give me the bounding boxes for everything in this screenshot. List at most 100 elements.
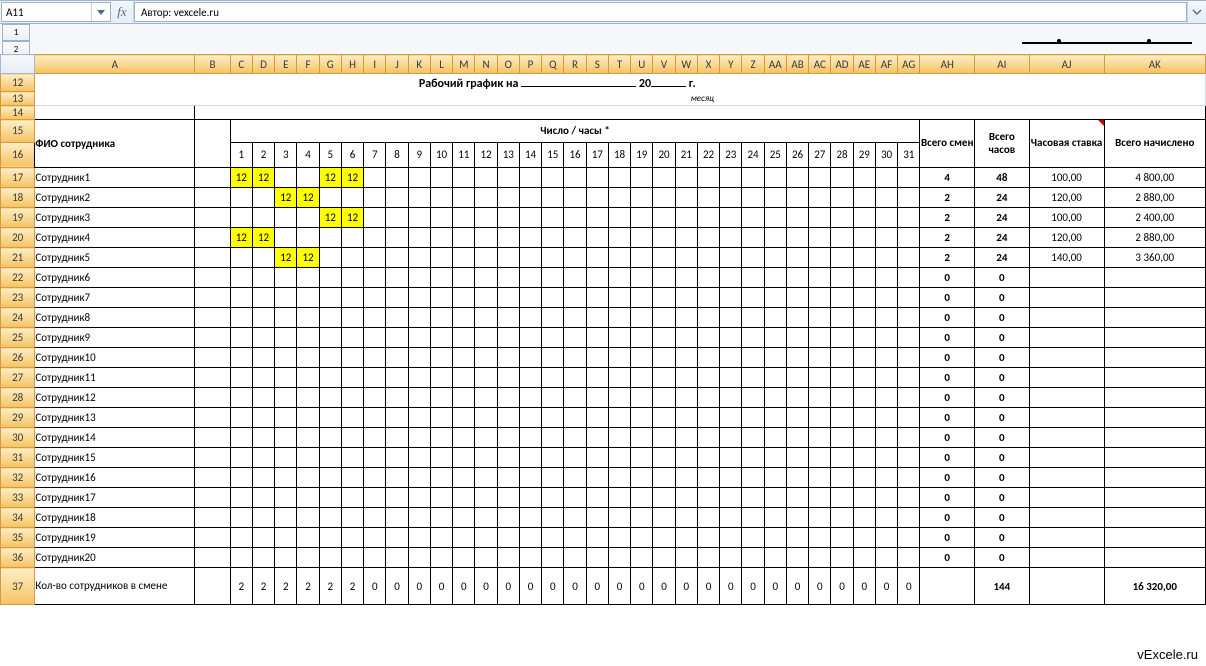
employee-name-cell[interactable]: Сотрудник3 bbox=[35, 208, 195, 228]
day-cell[interactable] bbox=[519, 188, 541, 208]
footer-day[interactable]: 2 bbox=[252, 568, 274, 605]
day-number[interactable]: 25 bbox=[764, 142, 786, 167]
cell[interactable] bbox=[195, 388, 230, 408]
day-cell[interactable] bbox=[898, 508, 920, 528]
hour-rate-cell[interactable] bbox=[1029, 308, 1104, 328]
employee-name-cell[interactable]: Сотрудник11 bbox=[35, 368, 195, 388]
day-cell[interactable] bbox=[430, 428, 452, 448]
day-cell[interactable] bbox=[364, 368, 386, 388]
cell[interactable] bbox=[195, 106, 1206, 120]
day-cell[interactable] bbox=[786, 228, 808, 248]
day-cell[interactable] bbox=[230, 448, 252, 468]
total-pay-cell[interactable]: 3 360,00 bbox=[1104, 248, 1206, 268]
col-head[interactable]: AG bbox=[898, 55, 920, 74]
day-number[interactable]: 17 bbox=[586, 142, 608, 167]
day-cell[interactable] bbox=[364, 468, 386, 488]
cell[interactable] bbox=[195, 120, 230, 168]
total-hours-cell[interactable]: 24 bbox=[975, 228, 1030, 248]
name-box-dropdown[interactable] bbox=[91, 3, 110, 21]
day-cell[interactable]: 12 bbox=[252, 168, 274, 188]
total-pay-cell[interactable] bbox=[1104, 448, 1206, 468]
day-cell[interactable] bbox=[586, 168, 608, 188]
day-cell[interactable] bbox=[631, 248, 653, 268]
day-cell[interactable] bbox=[898, 328, 920, 348]
day-cell[interactable] bbox=[430, 308, 452, 328]
day-cell[interactable] bbox=[586, 348, 608, 368]
day-cell[interactable] bbox=[564, 468, 586, 488]
day-cell[interactable] bbox=[653, 508, 675, 528]
row-head[interactable]: 13 bbox=[1, 92, 35, 106]
day-cell[interactable] bbox=[341, 528, 363, 548]
day-cell[interactable] bbox=[497, 468, 519, 488]
day-cell[interactable]: 12 bbox=[230, 168, 252, 188]
month-hint-cell[interactable]: месяц bbox=[195, 92, 920, 106]
day-cell[interactable] bbox=[319, 528, 341, 548]
total-pay-cell[interactable] bbox=[1104, 268, 1206, 288]
day-cell[interactable] bbox=[809, 228, 831, 248]
day-cell[interactable] bbox=[809, 188, 831, 208]
day-cell[interactable] bbox=[319, 508, 341, 528]
sheet-title-cell[interactable]: Рабочий график на 20 г. bbox=[195, 74, 920, 92]
day-cell[interactable] bbox=[608, 388, 630, 408]
day-cell[interactable] bbox=[252, 248, 274, 268]
day-cell[interactable] bbox=[898, 188, 920, 208]
employee-name-cell[interactable]: Сотрудник6 bbox=[35, 268, 195, 288]
day-cell[interactable] bbox=[319, 348, 341, 368]
day-cell[interactable] bbox=[875, 448, 897, 468]
select-all-corner[interactable] bbox=[1, 55, 35, 74]
day-cell[interactable] bbox=[519, 488, 541, 508]
day-cell[interactable] bbox=[542, 308, 564, 328]
cell[interactable] bbox=[195, 408, 230, 428]
day-cell[interactable] bbox=[809, 468, 831, 488]
day-cell[interactable] bbox=[475, 308, 497, 328]
day-cell[interactable] bbox=[252, 548, 274, 568]
day-cell[interactable] bbox=[608, 508, 630, 528]
footer-day[interactable]: 2 bbox=[297, 568, 319, 605]
day-cell[interactable] bbox=[275, 208, 297, 228]
day-cell[interactable] bbox=[430, 388, 452, 408]
day-cell[interactable] bbox=[653, 248, 675, 268]
day-cell[interactable] bbox=[497, 548, 519, 568]
day-cell[interactable] bbox=[831, 488, 853, 508]
day-cell[interactable] bbox=[720, 528, 742, 548]
total-shifts-cell[interactable]: 0 bbox=[920, 388, 975, 408]
footer-day[interactable]: 0 bbox=[809, 568, 831, 605]
day-cell[interactable] bbox=[475, 468, 497, 488]
day-cell[interactable] bbox=[875, 548, 897, 568]
total-shifts-cell[interactable]: 0 bbox=[920, 448, 975, 468]
day-cell[interactable] bbox=[697, 548, 719, 568]
day-cell[interactable] bbox=[853, 528, 875, 548]
day-cell[interactable] bbox=[586, 208, 608, 228]
day-cell[interactable] bbox=[697, 428, 719, 448]
day-cell[interactable] bbox=[786, 168, 808, 188]
day-cell[interactable] bbox=[764, 188, 786, 208]
footer-day[interactable]: 0 bbox=[675, 568, 697, 605]
row-head[interactable]: 19 bbox=[1, 208, 35, 228]
day-cell[interactable] bbox=[542, 328, 564, 348]
row-head[interactable]: 21 bbox=[1, 248, 35, 268]
day-cell[interactable] bbox=[631, 268, 653, 288]
day-cell[interactable] bbox=[720, 168, 742, 188]
day-cell[interactable] bbox=[275, 328, 297, 348]
day-cell[interactable] bbox=[586, 428, 608, 448]
day-cell[interactable] bbox=[252, 428, 274, 448]
day-cell[interactable] bbox=[675, 208, 697, 228]
day-cell[interactable] bbox=[786, 468, 808, 488]
day-cell[interactable] bbox=[608, 188, 630, 208]
day-cell[interactable] bbox=[364, 548, 386, 568]
day-cell[interactable] bbox=[586, 368, 608, 388]
day-cell[interactable] bbox=[275, 408, 297, 428]
day-cell[interactable] bbox=[853, 368, 875, 388]
footer-rate[interactable] bbox=[1029, 568, 1104, 605]
day-cell[interactable] bbox=[408, 368, 430, 388]
day-cell[interactable] bbox=[831, 528, 853, 548]
day-cell[interactable] bbox=[386, 268, 408, 288]
day-cell[interactable] bbox=[653, 468, 675, 488]
day-number[interactable]: 10 bbox=[430, 142, 452, 167]
day-cell[interactable] bbox=[742, 528, 764, 548]
col-head[interactable]: H bbox=[341, 55, 363, 74]
day-cell[interactable] bbox=[364, 328, 386, 348]
day-cell[interactable] bbox=[697, 228, 719, 248]
day-cell[interactable] bbox=[742, 228, 764, 248]
day-cell[interactable] bbox=[542, 388, 564, 408]
